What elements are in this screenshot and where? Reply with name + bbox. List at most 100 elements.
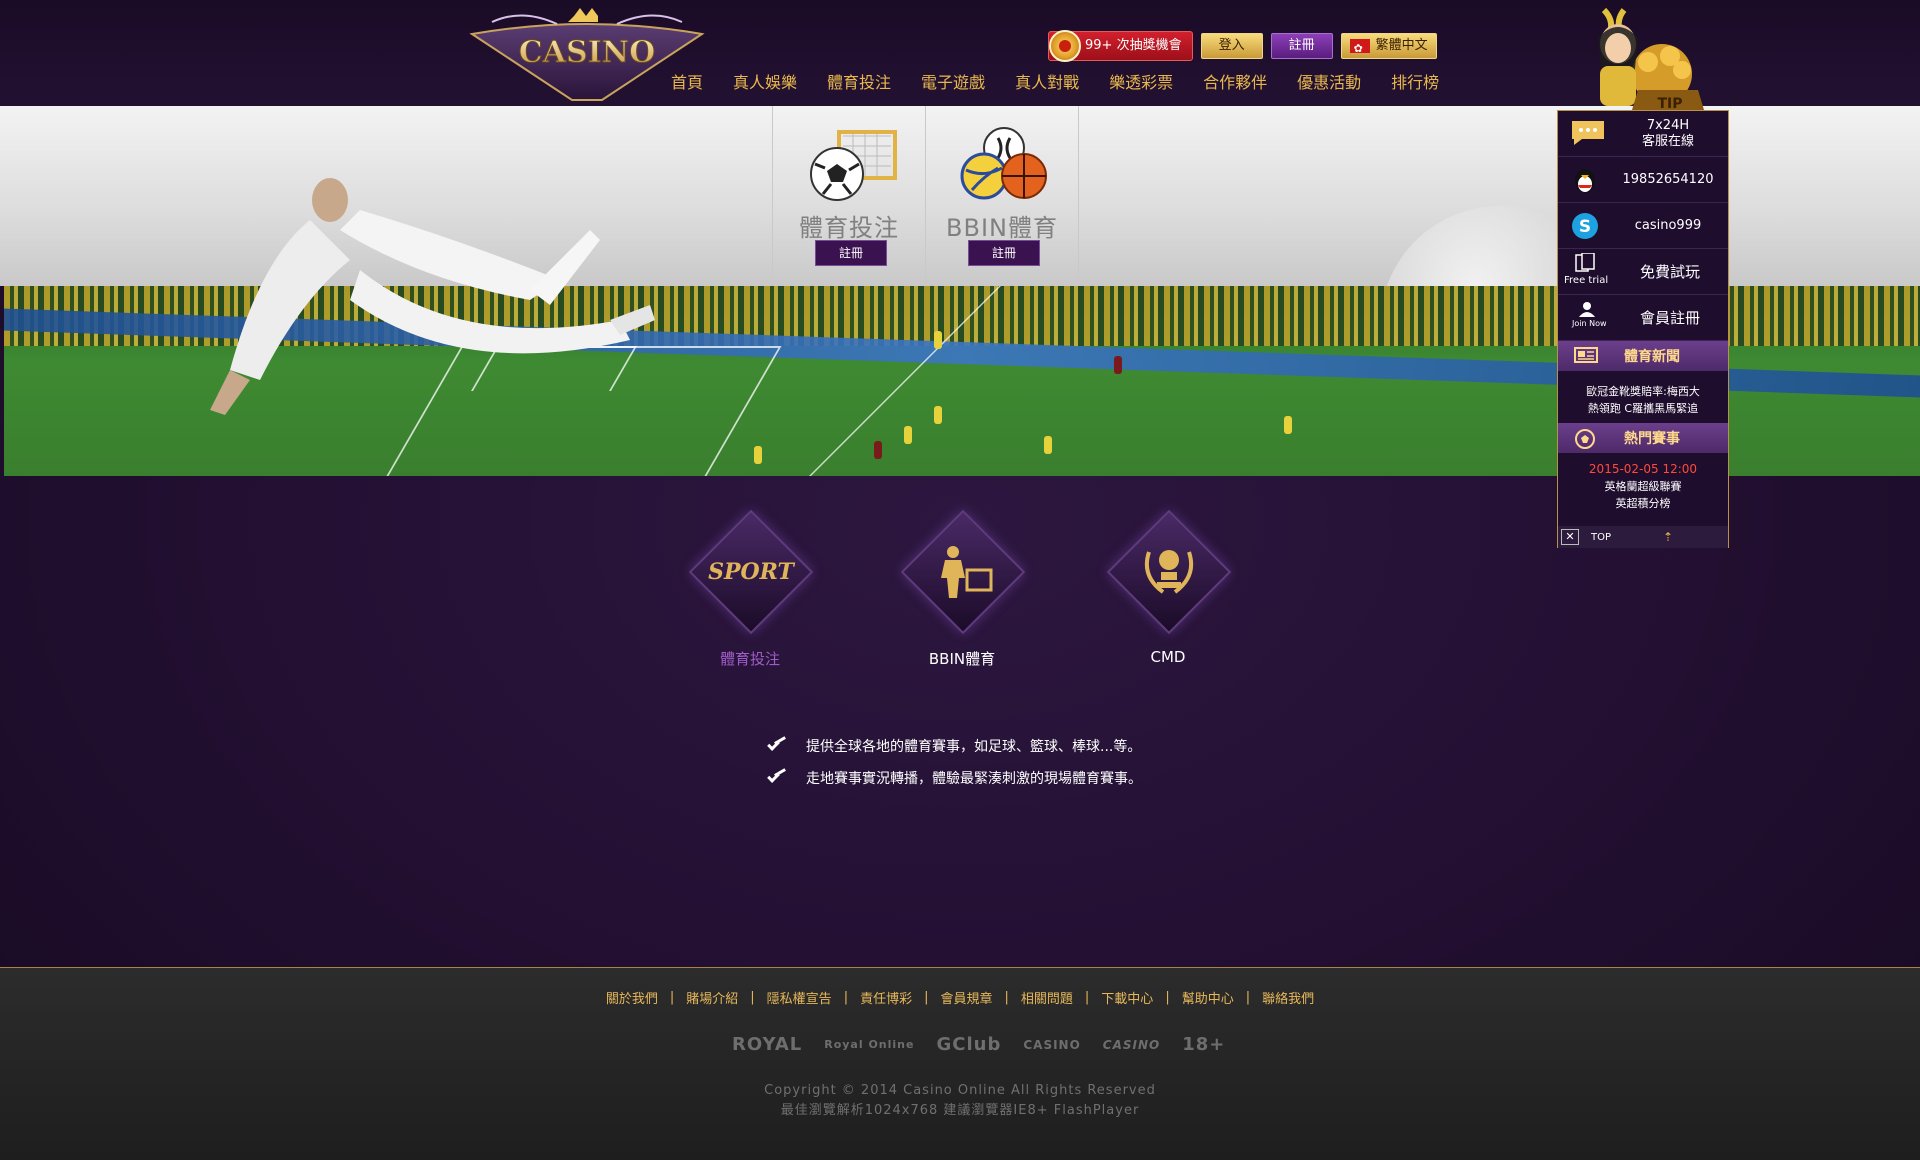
join-user-icon: Join Now [1564,301,1612,333]
category-label: BBIN體育 [928,650,996,668]
nav-live-battle[interactable]: 真人對戰 [1000,70,1094,96]
chat-bubble-icon [1570,119,1608,149]
nav-promotions[interactable]: 優惠活動 [1282,70,1376,96]
language-label: 繁體中文 [1375,38,1428,53]
news-title: 體育新聞 [1624,349,1680,365]
free-trial-label: 免費試玩 [1639,262,1700,281]
footer-link-casino-intro[interactable]: 賭場介紹 [674,988,750,1007]
footer-link-contact[interactable]: 聯絡我們 [1250,988,1326,1007]
trophy-icon [1127,530,1211,614]
footer-link-help[interactable]: 幫助中心 [1170,988,1246,1007]
side-panel: 7x24H 客服在線 19852654120 S casino999 Free t… [1557,110,1729,548]
footer: 關於我們 | 賭場介紹 | 隱私權宣告 | 責任博彩 | 會員規章 | 相關問題 | 下載中… [0,967,1920,1160]
side-qq[interactable]: 19852654120 [1558,157,1728,203]
match-description: 英超積分榜 [1615,497,1671,510]
main-nav: 首頁 真人娛樂 體育投注 電子遊戲 真人對戰 樂透彩票 合作夥伴 優惠活動 排行… [656,70,1454,96]
news-line: 歐冠金靴獎賠率:梅西大 [1586,385,1700,398]
nav-sports[interactable]: 體育投注 [812,70,906,96]
goalkeeper-icon [921,530,1005,614]
feature-item: 提供全球各地的體育賽事，如足球、籃球、棒球...等。 [766,730,1142,762]
qq-number: 19852654120 [1622,171,1714,187]
skype-id: casino999 [1634,217,1702,233]
language-selector[interactable]: 繁體中文 [1340,33,1437,61]
footer-link-faq[interactable]: 相關問題 [1009,988,1085,1007]
partner-logo-royal: ROYAL [732,1034,803,1055]
hong-kong-flag-icon [1349,37,1370,61]
side-join[interactable]: Join Now 會員註冊 [1558,295,1728,341]
sport-logo-text: SPORT [708,559,794,585]
player [1114,356,1122,374]
side-panel-bottom-bar: ✕ TOP ⇡ [1558,526,1728,548]
news-headline[interactable]: 歐冠金靴獎賠率:梅西大 熱領跑 C羅攜黑馬緊追 [1558,383,1728,417]
support-text: 7x24H 客服在線 [1608,118,1728,150]
sports-betting-tile[interactable]: 體育投注 註冊 [772,106,926,286]
side-live-support[interactable]: 7x24H 客服在線 [1558,111,1728,157]
footer-link-download[interactable]: 下載中心 [1089,988,1165,1007]
newspaper-icon [1574,346,1600,366]
hot-matches-header: 熱門賽事 [1558,423,1728,453]
category-label: CMD [1150,648,1186,666]
category-label: 體育投注 [719,650,780,668]
footer-link-responsible-gaming[interactable]: 責任博彩 [848,988,924,1007]
partner-logo-gclub: GClub [936,1034,1002,1055]
check-icon [766,739,788,753]
footer-link-about[interactable]: 關於我們 [594,988,670,1007]
category-sports-betting[interactable]: SPORT 體育投注 [655,508,845,678]
diamond-frame [1106,509,1232,635]
footer-link-privacy[interactable]: 隱私權宣告 [755,988,844,1007]
nav-home[interactable]: 首頁 [656,70,718,96]
medal-icon [1049,30,1081,62]
sports-betting-register-button[interactable]: 註冊 [815,240,887,266]
player [874,441,882,459]
partner-logos: ROYAL Royal Online GClub CASINO CASINO 1… [732,1034,1225,1055]
top-actions: 99+ 次抽獎機會 登入 註冊 繁體中文 [1048,30,1437,62]
hot-match-item[interactable]: 2015-02-05 12:00 英格蘭超級聯賽 英超積分榜 [1558,461,1728,512]
age-restriction-badge: 18+ [1182,1034,1226,1055]
top-label[interactable]: TOP [1591,532,1611,543]
back-to-top-arrow-icon[interactable]: ⇡ [1663,530,1673,544]
side-skype[interactable]: S casino999 [1558,203,1728,249]
bbin-sports-register-button[interactable]: 註冊 [968,240,1040,266]
feature-list: 提供全球各地的體育賽事，如足球、籃球、棒球...等。 走地賽事實況轉播，體驗最緊… [766,730,1142,794]
player [754,446,762,464]
footer-links: 關於我們 | 賭場介紹 | 隱私權宣告 | 責任博彩 | 會員規章 | 相關問題 | 下載中… [0,988,1920,1007]
diamond-frame [900,509,1026,635]
close-icon[interactable]: ✕ [1561,529,1579,545]
category-cmd[interactable]: CMD [1073,508,1263,678]
lottery-chances-button[interactable]: 99+ 次抽獎機會 [1048,30,1193,62]
svg-text:S: S [1579,217,1591,237]
side-free-trial[interactable]: Free trial 免費試玩 [1558,249,1728,295]
free-trial-icon-text: Free trial [1564,274,1609,286]
match-date: 2015-02-05 12:00 [1588,462,1698,476]
category-bbin-sports[interactable]: BBIN體育 [867,508,1057,678]
match-title: 熱門賽事 [1624,431,1680,447]
soccer-goal-icon [810,130,897,201]
sports-betting-title: 體育投注 [799,214,899,242]
nav-leaderboard[interactable]: 排行榜 [1376,70,1454,96]
partner-logo-casino-wing: CASINO [1102,1037,1161,1052]
partner-logo-casino: CASINO [1023,1037,1081,1052]
bbin-sports-tile[interactable]: BBIN體育 註冊 [925,106,1079,286]
join-label: 會員註冊 [1639,308,1700,327]
feature-text: 提供全球各地的體育賽事，如足球、籃球、棒球...等。 [806,739,1142,755]
bbin-sports-title: BBIN體育 [946,214,1058,242]
copyright: Copyright © 2014 Casino Online All Right… [0,1081,1920,1121]
player [1284,416,1292,434]
footer-link-rules[interactable]: 會員規章 [928,988,1004,1007]
skype-icon: S [1570,211,1608,241]
feature-item: 走地賽事實況轉播，體驗最緊湊刺激的現場體育賽事。 [766,762,1142,794]
copyright-text: Copyright © 2014 Casino Online All Right… [764,1083,1156,1098]
nav-partners[interactable]: 合作夥伴 [1188,70,1282,96]
logo-text: CASINO [519,35,655,70]
news-line: 熱領跑 C羅攜黑馬緊追 [1587,402,1699,415]
nav-live-casino[interactable]: 真人娛樂 [718,70,812,96]
sport-logo-icon: SPORT [708,530,794,614]
playing-cards-icon: Free trial [1564,252,1612,287]
nav-lottery[interactable]: 樂透彩票 [1094,70,1188,96]
login-button[interactable]: 登入 [1200,33,1263,59]
mascot-girl-with-coins: TIP [1598,7,1704,112]
nav-slots[interactable]: 電子遊戲 [906,70,1000,96]
lottery-label: 99+ 次抽獎機會 [1085,38,1182,53]
register-button[interactable]: 註冊 [1270,33,1333,59]
partner-logo-royal-online: Royal Online [824,1038,915,1051]
